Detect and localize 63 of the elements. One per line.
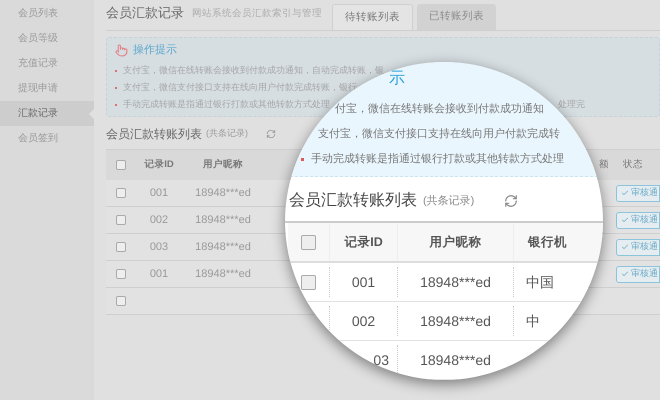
column-header: 状态 xyxy=(623,158,643,172)
sidebar-item[interactable]: 充值记录 xyxy=(0,51,94,76)
table-cell-text: 002 xyxy=(150,212,168,228)
approve-button[interactable]: 审核通 xyxy=(616,184,660,202)
table-cell-text: 中国 xyxy=(526,272,554,292)
refresh-icon[interactable] xyxy=(504,194,518,208)
table-cell-text: 03 xyxy=(373,350,389,370)
table-cell-text: 18948***ed xyxy=(420,272,491,292)
check-icon xyxy=(621,270,629,278)
tips-title: 操作提示 xyxy=(133,43,177,58)
table-cell-text: 18948***ed xyxy=(195,186,251,201)
table-cell-text: 001 xyxy=(150,266,168,282)
checkbox[interactable] xyxy=(116,160,126,170)
table-title: 会员汇款转账列表 xyxy=(289,190,417,211)
tip-text: 付宝，微信在线转账会接收到付款成功通知 xyxy=(335,102,544,117)
column-header: 用户昵称 xyxy=(430,234,482,251)
tip-text: 支付宝，微信在线转账会接收到付款成功通知，自动完成转账，银 xyxy=(123,64,384,78)
column-header: 用户昵称 xyxy=(203,158,243,172)
checkbox[interactable] xyxy=(116,242,126,252)
sidebar-item[interactable]: 会员列表 xyxy=(0,1,94,26)
table-cell-text: 18948***ed xyxy=(420,312,491,330)
sidebar-item[interactable]: 提现申请 xyxy=(0,76,94,101)
table-cell-text: 002 xyxy=(352,312,376,330)
table-cell-text: 001 xyxy=(150,186,168,201)
column-header: 记录ID xyxy=(144,158,174,172)
tab[interactable]: 待转账列表 xyxy=(332,4,413,30)
checkbox[interactable] xyxy=(301,234,316,250)
table-cell-text: 001 xyxy=(352,272,376,292)
check-icon xyxy=(621,243,629,251)
table-title: 会员汇款转账列表 xyxy=(106,126,202,143)
check-icon xyxy=(621,189,629,197)
sidebar-item[interactable]: 会员等级 xyxy=(0,26,94,51)
checkbox[interactable] xyxy=(116,188,126,198)
record-count-note: (共条记录) xyxy=(206,127,248,140)
refresh-icon[interactable] xyxy=(266,129,276,139)
approve-button[interactable]: 审核通 xyxy=(616,266,660,282)
table-cell-text: 003 xyxy=(150,240,168,255)
table-cell-text: 中 xyxy=(526,312,540,330)
tip-text: 支付宝，微信支付接口支持在线向用户付款完成转 xyxy=(318,126,560,142)
tips-title: 示 xyxy=(389,70,405,88)
tip-text: 处理完 xyxy=(558,98,585,112)
sidebar-item[interactable]: 汇款记录 xyxy=(0,101,94,126)
table-cell-text: 18948***ed xyxy=(420,350,491,370)
column-header: 额 xyxy=(599,158,609,172)
table-cell-text: 18948***ed xyxy=(195,212,251,228)
check-icon xyxy=(621,216,629,224)
checkbox[interactable] xyxy=(116,215,126,225)
record-count-note: (共条记录) xyxy=(423,194,474,209)
page-title: 会员汇款记录 xyxy=(106,4,184,22)
column-header: 记录ID xyxy=(344,234,383,251)
column-header: 银行机 xyxy=(528,234,567,251)
checkbox[interactable] xyxy=(116,269,126,279)
tab[interactable]: 已转账列表 xyxy=(417,4,496,30)
checkbox[interactable] xyxy=(116,296,126,306)
approve-button[interactable]: 审核通 xyxy=(616,238,660,256)
sidebar-item[interactable]: 会员签到 xyxy=(0,126,94,151)
checkbox[interactable] xyxy=(301,274,316,290)
table-cell-text: 18948***ed xyxy=(195,266,251,282)
approve-button[interactable]: 审核通 xyxy=(616,212,660,228)
hand-pointer-icon xyxy=(115,44,128,57)
table-cell-text: 18948***ed xyxy=(195,240,251,255)
tip-text: 手动完成转账是指通过银行打款或其他转款方式处理 xyxy=(311,152,564,167)
tip-text: 手动完成转账是指通过银行打款或其他转款方式处理 xyxy=(123,98,330,112)
